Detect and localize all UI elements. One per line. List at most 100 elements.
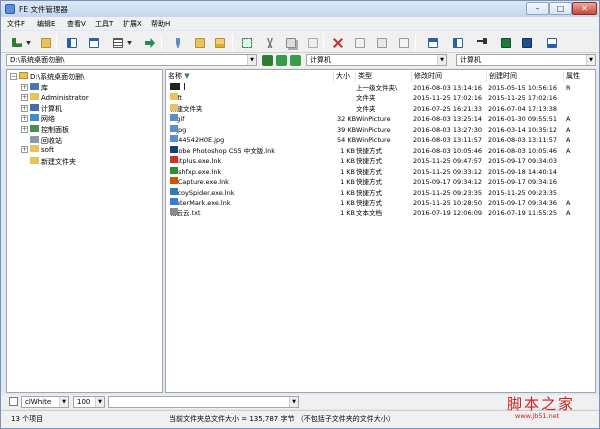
zoom-combo[interactable]: 100 ▼ [73,396,105,408]
expand-icon[interactable]: + [21,104,28,112]
tree-item[interactable]: + 计算机 [21,103,62,114]
new-folder-icon[interactable] [211,34,227,50]
dropdown-arrow-icon[interactable] [124,34,133,50]
column-modified[interactable]: 修改时间 [412,71,487,82]
select-all-icon[interactable] [238,34,254,50]
expand-icon[interactable]: + [21,94,28,102]
table-row[interactable]: .. 上一级文件夹\ 2016-08-03 13:14:16 2015-05-15 1… [166,83,595,94]
column-type-label: 类型 [358,72,372,80]
column-size-label: 大小 [336,72,350,80]
play-icon[interactable] [518,34,534,50]
table-row[interactable]: FSCapture.exe.lnk 1 KB 快捷方式 2015-09-17 09:3… [166,177,595,188]
expand-icon[interactable]: + [21,84,28,91]
column-type[interactable]: 类型 [356,71,412,82]
menu-file[interactable]: 文件F [7,19,25,29]
command-combo[interactable]: ▼ [108,396,299,408]
cut-icon[interactable] [261,34,277,50]
column-created[interactable]: 创建时间 [487,71,564,82]
color-swatch[interactable] [9,397,18,406]
tree-item[interactable]: + 库 [21,83,48,93]
table-row[interactable]: soft 文件夹 2015-11-25 17:02:16 2015-11-25 17:… [166,93,595,104]
go-folder-icon[interactable] [262,55,273,66]
table-row[interactable]: WaterMark.exe.lnk 1 KB 快捷方式 2015-11-25 10:2… [166,197,595,209]
expand-icon[interactable]: + [21,115,28,123]
dropdown-arrow-icon[interactable] [23,34,32,50]
table-row[interactable]: 1.jpg 39 KB WinPicture 2016-08-03 13:27:30 2… [166,124,595,136]
tree-item[interactable]: + 控制面板 [21,124,69,135]
up-folder-icon[interactable] [37,34,53,50]
chevron-down-icon[interactable]: ▼ [289,397,298,407]
checklist-icon[interactable] [395,34,411,50]
table-row[interactable]: 1.gif 32 KBWinPicture 2016-08-03 13:25:14 2… [166,114,595,125]
tree-item-label: 网络 [41,115,55,124]
tree-root[interactable]: − D:\系统桌面勿删\ [10,72,84,82]
folder-open-icon[interactable] [191,34,207,50]
tree-item[interactable]: + 网络 [21,114,55,124]
panel-left-icon[interactable] [63,34,79,50]
table-row[interactable]: 新建文件夹 文件夹 2016-07-25 16:21:33 2016-07-04 17… [166,103,595,115]
spacer [21,155,28,163]
maximize-button[interactable]: □ [549,2,572,15]
table-row[interactable]: editplus.exe.lnk 1 KB 快捷方式 2015-11-25 09:47… [166,156,595,167]
path-combo[interactable]: D:\系统桌面勿删\ ▼ [6,54,257,66]
column-attr[interactable]: 属性 [564,71,595,82]
copy-icon[interactable] [282,34,298,50]
chevron-down-icon[interactable]: ▼ [95,397,104,407]
file-size-cell: 1 KB [340,146,355,155]
collapse-icon[interactable]: − [10,73,17,80]
properties-icon[interactable] [373,34,389,50]
minimize-button[interactable]: – [526,2,549,15]
menu-tools[interactable]: 工具T [95,19,113,29]
chevron-down-icon[interactable]: ▼ [437,55,446,65]
column-size[interactable]: 大小 [334,71,356,82]
grid-view-icon[interactable] [424,34,440,50]
file-list[interactable]: 名称 ▼ 大小 类型 修改时间 创建时间 属性 .. 上一级文件夹\ 2016-08… [165,69,596,393]
left-location-combo[interactable]: 计算机 ▼ [306,54,447,66]
right-location-combo[interactable]: 计算机 ▼ [456,54,596,66]
folder-tree[interactable]: − D:\系统桌面勿删\ + 库 + Administrator + 计算机 + 网络 + 控制面板… [6,69,163,393]
details-view-icon[interactable] [109,34,125,50]
tree-item[interactable]: 回收站 [21,135,62,145]
file-attr-cell: A [566,136,571,145]
table-row[interactable]: Adobe Photoshop CS5 中文版.lnk 1 KB 快捷方式 2016-… [166,145,595,157]
back-icon[interactable] [276,55,287,66]
image-view-icon[interactable] [497,34,513,50]
search-icon[interactable] [473,34,489,50]
menu-extend[interactable]: 扩展X [123,19,142,29]
tree-item[interactable]: 新建文件夹 [21,155,76,166]
expand-icon[interactable]: + [21,125,28,133]
menu-help[interactable]: 帮助H [151,19,170,29]
table-row[interactable]: 裁云云.txt 1 KB 文本文档 2016-07-19 12:06:09 2016-0… [166,208,595,219]
list-view-icon[interactable] [449,34,465,50]
chevron-down-icon[interactable]: ▼ [247,55,256,65]
title-bar[interactable]: FE 文件管理器 – □ ✕ [1,1,599,17]
brush-icon[interactable] [169,34,185,50]
menu-view[interactable]: 查看V [67,19,86,29]
panel-right-icon[interactable] [85,34,101,50]
rename-icon[interactable] [351,34,367,50]
tree-item[interactable]: + soft [21,145,54,155]
forward-icon[interactable] [290,55,301,66]
table-row[interactable]: LocoySpider.exe.lnk 1 KB 快捷方式 2015-11-25 09… [166,187,595,199]
table-row[interactable]: flashfxp.exe.lnk 1 KB 快捷方式 2015-11-25 09:33… [166,166,595,178]
tree-item[interactable]: + Administrator [21,93,89,103]
table-row[interactable]: 1044542H0E.jpg 54 KB WinPicture 2016-08-03 … [166,135,595,146]
chevron-down-icon[interactable]: ▼ [59,397,68,407]
tree-item-label: Administrator [41,94,89,103]
column-name[interactable]: 名称 ▼ [166,71,334,82]
close-button[interactable]: ✕ [572,2,597,15]
column-created-label: 创建时间 [489,72,517,80]
chevron-down-icon[interactable]: ▼ [586,55,595,65]
expand-icon[interactable]: + [21,146,28,154]
menu-edit[interactable]: 编辑E [37,19,55,29]
delete-icon[interactable] [329,34,345,50]
tree-item-label: 新建文件夹 [41,157,76,166]
go-icon[interactable] [141,34,157,50]
color-combo[interactable]: clWhite ▼ [21,396,69,408]
paste-icon[interactable] [304,34,320,50]
right-location-text: 计算机 [460,56,481,64]
left-location-text: 计算机 [310,56,331,64]
view-mode-icon[interactable] [8,34,24,50]
file-type-cell: WinPicture [356,125,391,134]
options-icon[interactable] [543,34,559,50]
